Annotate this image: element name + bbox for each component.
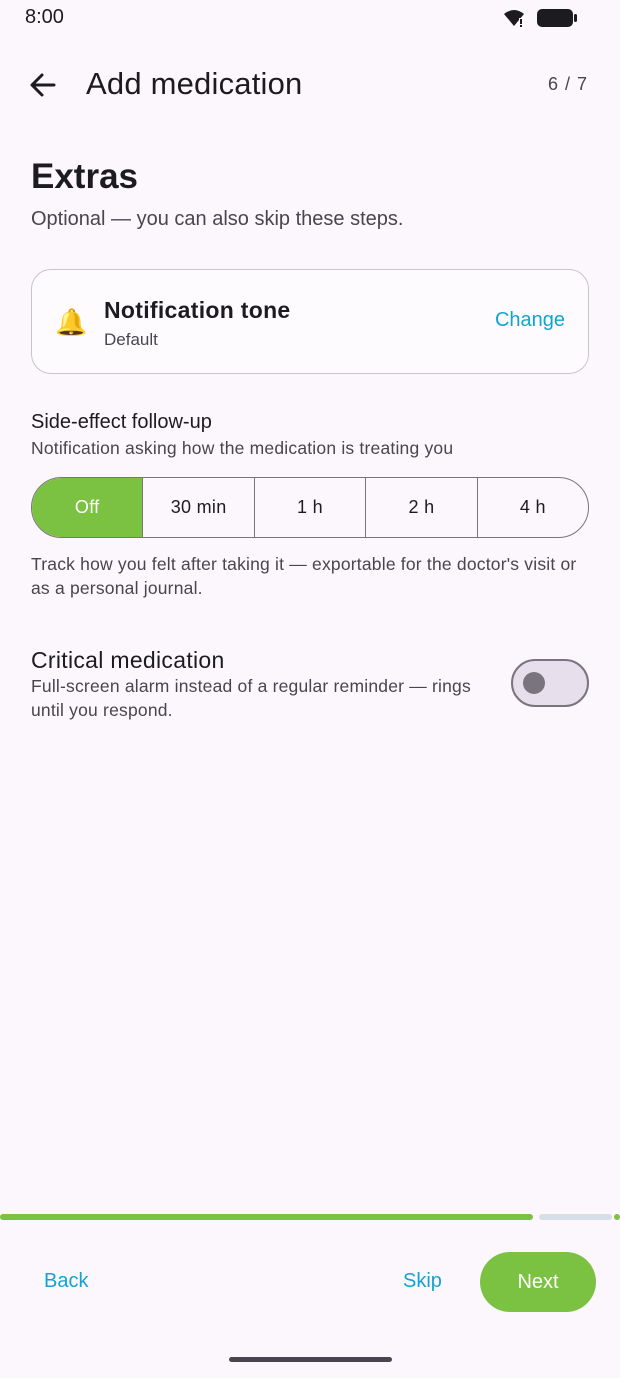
follow-up-option-30-min[interactable]: 30 min — [142, 478, 253, 537]
critical-medication-description: Full-screen alarm instead of a regular r… — [31, 676, 471, 720]
status-bar: 8:00 — [0, 0, 620, 36]
follow-up-option-1-h[interactable]: 1 h — [253, 478, 365, 537]
section-title: Extras — [31, 157, 139, 196]
progress-remaining — [539, 1214, 612, 1220]
follow-up-option-off[interactable]: Off — [32, 478, 143, 537]
status-time: 8:00 — [25, 6, 64, 28]
notification-tone-value: Default — [104, 330, 158, 349]
next-button[interactable]: Next — [480, 1252, 596, 1312]
change-tone-button[interactable]: Change — [495, 309, 565, 332]
page-title: Add medication — [86, 66, 303, 101]
section-subtitle: Optional — you can also skip these steps… — [31, 208, 404, 230]
app-bar: Add medication 6 / 7 — [0, 56, 620, 112]
notification-tone-card[interactable]: 🔔 Notification tone Default Change — [31, 269, 589, 374]
progress-bar — [0, 1214, 620, 1220]
arrow-left-icon[interactable] — [26, 68, 60, 102]
bell-icon: 🔔 — [55, 307, 88, 337]
critical-medication-title: Critical medication — [31, 647, 225, 673]
side-effect-subtitle: Notification asking how the medication i… — [31, 438, 454, 458]
status-icons — [502, 7, 578, 29]
wifi-icon — [502, 8, 526, 28]
side-effect-title: Side-effect follow-up — [31, 411, 212, 433]
follow-up-option-4-h[interactable]: 4 h — [476, 478, 588, 537]
toggle-knob — [523, 672, 545, 694]
follow-up-segmented-control: Off 30 min 1 h 2 h 4 h — [31, 477, 589, 538]
progress-fill — [0, 1214, 533, 1220]
step-counter: 6 / 7 — [547, 74, 588, 94]
notification-tone-title: Notification tone — [104, 297, 291, 323]
follow-up-option-2-h[interactable]: 2 h — [365, 478, 476, 537]
side-effect-note: Track how you felt after taking it — exp… — [31, 554, 577, 598]
progress-end-dot — [614, 1214, 620, 1220]
home-indicator[interactable] — [229, 1357, 392, 1362]
battery-icon — [536, 7, 578, 29]
skip-button[interactable]: Skip — [403, 1270, 442, 1293]
critical-medication-toggle[interactable] — [511, 659, 589, 707]
back-button[interactable]: Back — [44, 1270, 88, 1293]
